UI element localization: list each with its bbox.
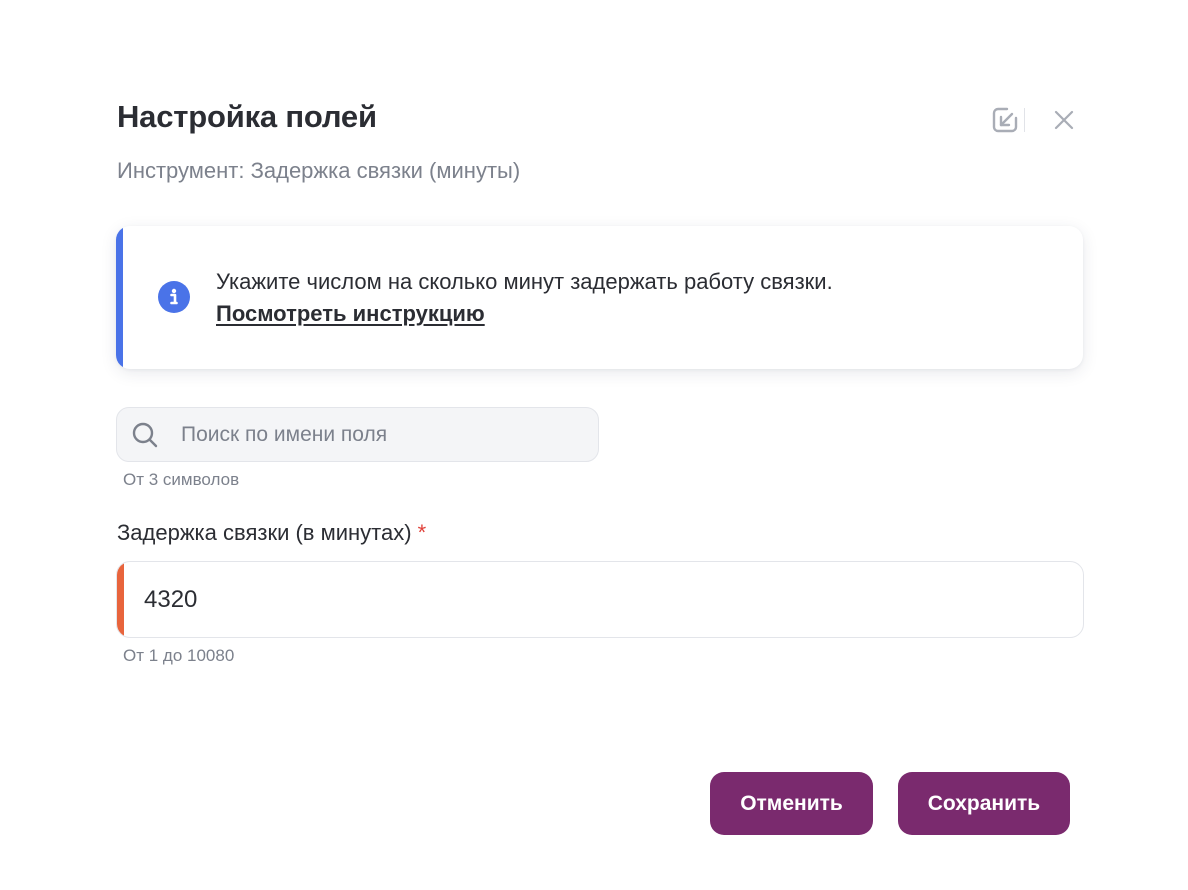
dialog-title: Настройка полей (117, 99, 377, 134)
info-message: Укажите числом на сколько минут задержат… (216, 269, 833, 294)
search-input[interactable] (181, 408, 581, 461)
search-icon (132, 422, 158, 448)
info-accent-bar (116, 226, 123, 369)
field-settings-dialog: Настройка полей Инструмент: Задержка свя… (0, 0, 1188, 890)
delay-field-accent-bar (117, 562, 124, 637)
save-button[interactable]: Сохранить (898, 772, 1070, 835)
close-icon (1054, 110, 1074, 130)
collapse-button[interactable] (986, 101, 1024, 139)
cancel-button[interactable]: Отменить (710, 772, 873, 835)
delay-minutes-input[interactable] (144, 562, 1044, 637)
instruction-link[interactable]: Посмотреть инструкцию (216, 298, 833, 330)
search-field[interactable] (116, 407, 599, 462)
delay-field-label: Задержка связки (в минутах) * (117, 520, 426, 546)
info-text-block: Укажите числом на сколько минут задержат… (216, 266, 833, 330)
delay-field-container[interactable] (116, 561, 1084, 638)
header-actions (986, 101, 1083, 139)
close-button[interactable] (1045, 101, 1083, 139)
header-divider (1024, 108, 1025, 132)
dialog-subtitle: Инструмент: Задержка связки (минуты) (117, 158, 521, 183)
delay-field-hint: От 1 до 10080 (123, 646, 235, 665)
info-banner: Укажите числом на сколько минут задержат… (116, 226, 1083, 369)
info-icon (158, 281, 190, 313)
search-hint: От 3 символов (123, 470, 240, 489)
delay-field-label-text: Задержка связки (в минутах) (117, 520, 412, 545)
arrow-up-left-box-icon (992, 107, 1018, 133)
required-mark: * (417, 520, 427, 545)
